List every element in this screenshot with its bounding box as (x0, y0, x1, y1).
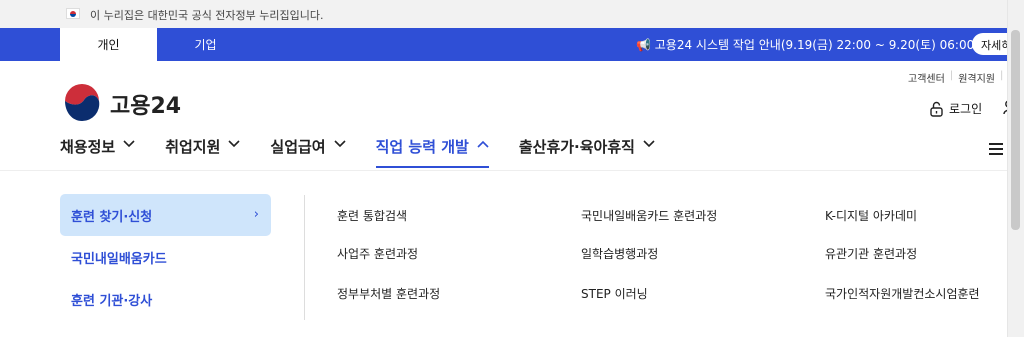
sub-link-integrated-search[interactable]: 훈련 통합검색 (337, 207, 407, 224)
side-item-find-training[interactable]: 훈련 찾기·신청 › (60, 194, 271, 236)
tab-personal[interactable]: 개인 (60, 28, 157, 61)
divider: | (949, 70, 954, 81)
sub-link-card-training[interactable]: 국민내일배움카드 훈련과정 (581, 207, 717, 224)
chevron-down-icon (228, 140, 240, 148)
nav-divider (0, 170, 1007, 171)
nav-item-vocational-training[interactable]: 직업 능력 개발 (375, 136, 489, 168)
divider: | (1000, 70, 1004, 81)
sub-link-work-study[interactable]: 일학습병행과정 (581, 245, 658, 262)
nav-label: 취업지원 (165, 138, 221, 156)
sub-link-consortium[interactable]: 국가인적자원개발컨소시엄훈련 (825, 285, 980, 302)
sub-link-k-digital[interactable]: K-디지털 아카데미 (825, 207, 917, 224)
notice-text[interactable]: 📢 고용24 시스템 작업 안내(9.19(금) 22:00 ~ 9.20(토)… (636, 36, 979, 53)
login-button[interactable]: 로그인 (930, 100, 982, 117)
menu-divider (304, 195, 305, 320)
nav-item-employment-support[interactable]: 취업지원 (165, 136, 240, 168)
nav-label: 출산휴가·육아휴직 (518, 138, 635, 156)
nav-label: 채용정보 (60, 138, 116, 156)
side-item-learning-card[interactable]: 국민내일배움카드 (60, 236, 271, 278)
nav-label: 실업급여 (270, 138, 326, 156)
sub-link-related-agency[interactable]: 유관기관 훈련과정 (825, 245, 917, 262)
side-item-label: 국민내일배움카드 (71, 252, 167, 267)
tab-corporate[interactable]: 기업 (157, 28, 254, 61)
nav-item-jobs[interactable]: 채용정보 (60, 136, 135, 168)
chevron-down-icon (643, 140, 655, 148)
chevron-up-icon (477, 140, 489, 148)
top-bar: 개인 기업 📢 고용24 시스템 작업 안내(9.19(금) 22:00 ~ 9… (0, 28, 1024, 61)
chevron-down-icon (123, 140, 135, 148)
util-link-customer-center[interactable]: 고객센터 (908, 70, 945, 85)
nav-item-parental-leave[interactable]: 출산휴가·육아휴직 (519, 136, 655, 168)
logo-icon[interactable] (62, 84, 102, 124)
nav-item-unemployment-benefit[interactable]: 실업급여 (270, 136, 346, 168)
lock-icon (930, 101, 943, 117)
korea-flag-icon (66, 8, 80, 19)
main-nav: 채용정보 취업지원 실업급여 직업 능력 개발 출산휴가·육아휴직 (60, 136, 685, 168)
util-link-remote-support[interactable]: 원격지원 (958, 70, 995, 85)
side-item-label: 훈련 찾기·신청 (71, 210, 153, 225)
chevron-down-icon (334, 140, 346, 148)
sub-link-step-elearning[interactable]: STEP 이러닝 (581, 285, 648, 302)
side-item-institutions[interactable]: 훈련 기관·강사 (60, 278, 271, 320)
logo-text[interactable]: 고용24 (110, 88, 181, 120)
utility-links: 고객센터 | 원격지원 | 크 (908, 70, 1018, 85)
side-item-label: 훈련 기관·강사 (71, 294, 153, 309)
sub-link-employer-training[interactable]: 사업주 훈련과정 (337, 245, 418, 262)
chevron-right-icon: › (253, 207, 259, 222)
gov-banner-text: 이 누리집은 대한민국 공식 전자정부 누리집입니다. (90, 9, 324, 22)
login-label: 로그인 (949, 102, 983, 116)
scrollbar-thumb[interactable] (1011, 30, 1020, 230)
hamburger-icon (989, 142, 1003, 155)
nav-label: 직업 능력 개발 (375, 138, 469, 156)
gov-banner: 이 누리집은 대한민국 공식 전자정부 누리집입니다. (0, 0, 1007, 28)
sub-link-ministry-training[interactable]: 정부부처별 훈련과정 (337, 285, 440, 302)
